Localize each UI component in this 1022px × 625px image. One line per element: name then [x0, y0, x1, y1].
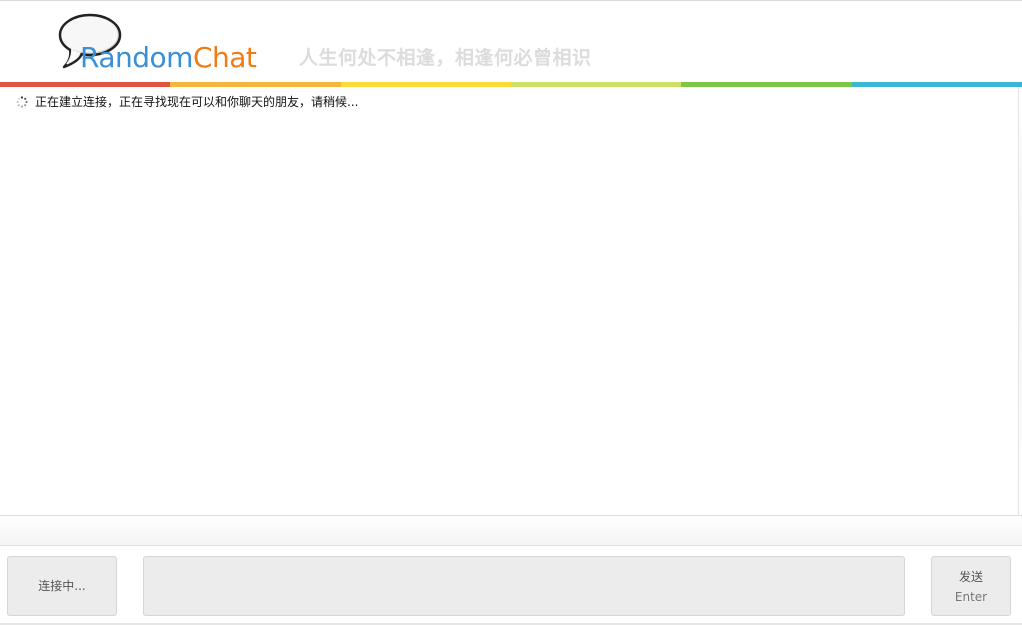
logo-text-chat: Chat — [192, 41, 257, 74]
logo-text-random: Random — [80, 41, 193, 74]
footer-strip — [0, 516, 1022, 546]
loading-spinner-icon — [16, 95, 28, 108]
random-chat-window: RandomChat 人生何处不相逢，相逢何必曾相识 正在建立连接，正在寻找现在… — [0, 0, 1022, 625]
header: RandomChat 人生何处不相逢，相逢何必曾相识 — [0, 1, 1022, 82]
logo-text: RandomChat — [80, 41, 257, 74]
slogan: 人生何处不相逢，相逢何必曾相识 — [299, 47, 592, 69]
chat-log[interactable]: 正在建立连接，正在寻找现在可以和你聊天的朋友，请稍候... — [0, 87, 1019, 515]
send-button-label: 发送 — [958, 570, 983, 584]
send-button-hint: Enter — [954, 590, 988, 604]
message-input[interactable] — [143, 556, 905, 616]
connect-button[interactable]: 连接中... — [7, 556, 117, 616]
logo: RandomChat — [56, 11, 266, 73]
send-button[interactable]: 发送 Enter — [931, 556, 1011, 616]
connection-status-text: 正在建立连接，正在寻找现在可以和你聊天的朋友，请稍候... — [35, 95, 359, 109]
input-bar: 连接中... 发送 Enter — [0, 546, 1022, 625]
connection-status: 正在建立连接，正在寻找现在可以和你聊天的朋友，请稍候... — [16, 93, 358, 110]
